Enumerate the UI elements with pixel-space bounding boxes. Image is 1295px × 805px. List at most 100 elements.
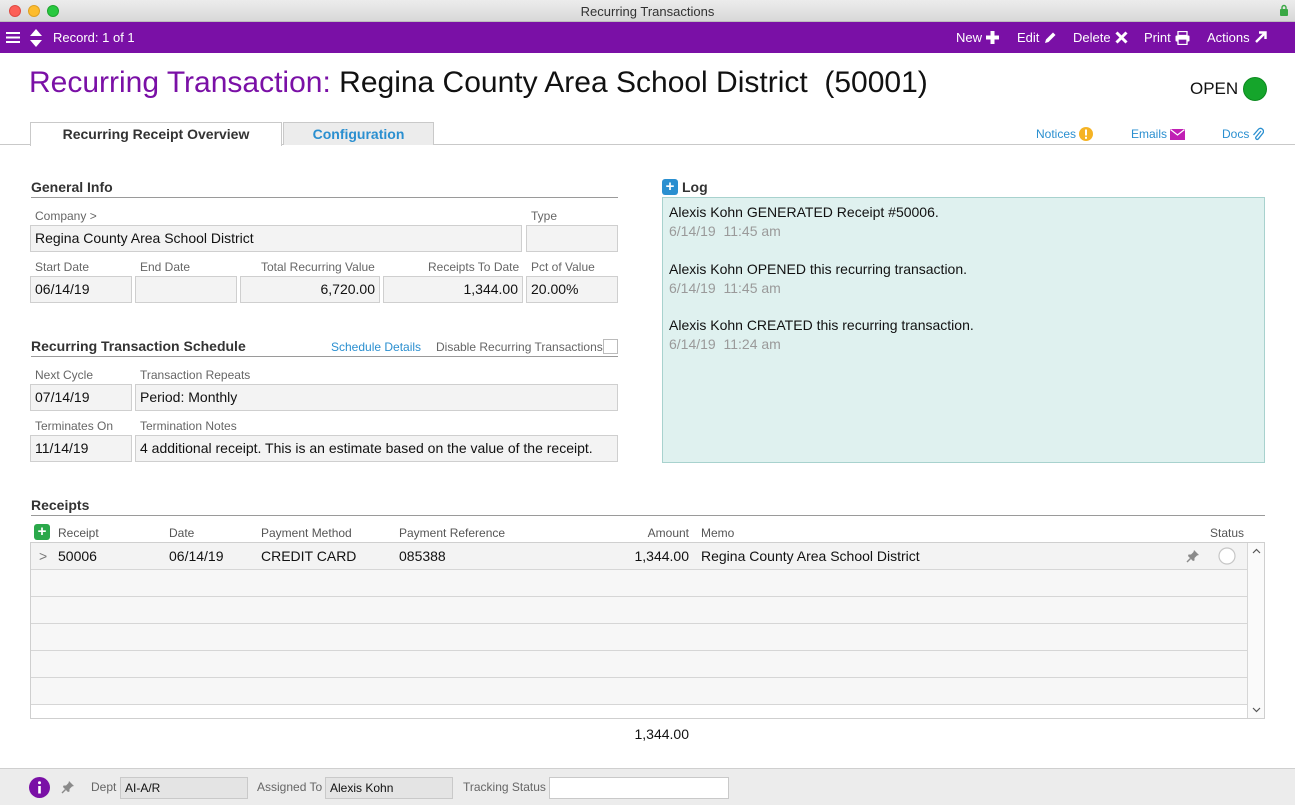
delete-label: Delete — [1073, 30, 1111, 45]
log-entry: Alexis Kohn OPENED this recurring transa… — [669, 261, 967, 296]
col-amount[interactable]: Amount — [589, 526, 689, 540]
menu-icon[interactable] — [6, 22, 20, 53]
log-entry-time: 6/14/19 11:45 am — [669, 223, 781, 239]
col-status[interactable]: Status — [1210, 526, 1244, 540]
alert-icon — [1079, 127, 1094, 141]
lock-icon — [1280, 4, 1288, 16]
pct-of-value-field[interactable]: 20.00% — [526, 276, 618, 303]
scroll-down-icon[interactable] — [1252, 707, 1261, 713]
next-cycle-field[interactable]: 07/14/19 — [30, 384, 132, 411]
status-circle-icon[interactable] — [1218, 547, 1236, 565]
receipts-rule — [31, 515, 1265, 516]
company-label[interactable]: Company > — [35, 209, 97, 223]
assigned-to-field[interactable]: Alexis Kohn — [325, 777, 453, 799]
table-row[interactable] — [31, 597, 1248, 624]
edit-label: Edit — [1017, 30, 1040, 45]
general-info-rule — [31, 197, 618, 198]
emails-link[interactable]: Emails — [1131, 127, 1186, 141]
actions-button[interactable]: Actions — [1207, 22, 1267, 53]
payment-reference: 085388 — [399, 548, 446, 564]
delete-button[interactable]: Delete — [1073, 22, 1128, 53]
page-title-prefix: Recurring Transaction: — [29, 66, 331, 99]
pin-icon[interactable] — [61, 780, 75, 794]
start-date-field[interactable]: 06/14/19 — [30, 276, 132, 303]
notices-label: Notices — [1036, 127, 1077, 141]
col-memo[interactable]: Memo — [701, 526, 734, 540]
receipts-total: 1,344.00 — [634, 726, 690, 742]
actions-label: Actions — [1207, 30, 1250, 45]
plus-icon — [986, 31, 1000, 44]
type-label: Type — [531, 209, 558, 223]
table-row[interactable]: > 50006 06/14/19 CREDIT CARD 085388 1,34… — [31, 543, 1248, 570]
terminates-on-label: Terminates On — [35, 419, 114, 433]
table-row[interactable] — [31, 678, 1248, 705]
log-entry-time: 6/14/19 11:24 am — [669, 336, 781, 352]
receipts-title: Receipts — [31, 497, 90, 513]
external-arrow-icon — [1254, 31, 1267, 43]
toolbar: Record: 1 of 1 New Edit Delete Print Act… — [0, 22, 1295, 53]
page-title-name: Regina County Area School District (5000… — [339, 66, 928, 99]
type-field[interactable] — [526, 225, 618, 252]
table-row[interactable] — [31, 570, 1248, 597]
tab-recurring-receipt-overview[interactable]: Recurring Receipt Overview — [30, 122, 282, 146]
log-title: Log — [682, 179, 708, 195]
log-entry: Alexis Kohn CREATED this recurring trans… — [669, 317, 974, 352]
notices-link[interactable]: Notices — [1036, 127, 1094, 141]
col-payment-reference[interactable]: Payment Reference — [399, 526, 505, 540]
add-receipt-plus-icon[interactable]: + — [34, 524, 50, 540]
receipts-scrollbar[interactable] — [1247, 543, 1264, 718]
end-date-field[interactable] — [135, 276, 237, 303]
col-receipt[interactable]: Receipt — [58, 526, 99, 540]
assigned-to-label: Assigned To — [257, 780, 323, 794]
edit-button[interactable]: Edit — [1017, 22, 1057, 53]
col-payment-method[interactable]: Payment Method — [261, 526, 352, 540]
window-title: Recurring Transactions — [580, 4, 715, 19]
log-entry-text: Alexis Kohn CREATED this recurring trans… — [669, 317, 974, 333]
receipts-to-date-field[interactable]: 1,344.00 — [383, 276, 523, 303]
termination-notes-field[interactable]: 4 additional receipt. This is an estimat… — [135, 435, 618, 462]
terminates-on-field[interactable]: 11/14/19 — [30, 435, 132, 462]
info-icon[interactable] — [29, 777, 50, 798]
receipts-to-date-label: Receipts To Date — [428, 260, 520, 274]
col-date[interactable]: Date — [169, 526, 194, 540]
log-entry-time: 6/14/19 11:45 am — [669, 280, 781, 296]
pct-of-value-label: Pct of Value — [531, 260, 595, 274]
transaction-repeats-field[interactable]: Period: Monthly — [135, 384, 618, 411]
page-title: Recurring Transaction: Regina County Are… — [29, 66, 928, 100]
disable-recurring-checkbox[interactable] — [603, 339, 618, 354]
add-log-plus-icon[interactable]: + — [662, 179, 678, 195]
docs-label: Docs — [1222, 127, 1250, 141]
termination-notes-label: Termination Notes — [140, 419, 237, 433]
emails-label: Emails — [1131, 127, 1168, 141]
scroll-up-icon[interactable] — [1252, 548, 1261, 554]
print-label: Print — [1144, 30, 1171, 45]
receipt-number: 50006 — [58, 548, 97, 564]
record-navigator-icon[interactable] — [29, 22, 43, 53]
row-expander[interactable]: > — [39, 543, 47, 569]
dept-field[interactable]: AI-A/R — [120, 777, 248, 799]
paperclip-icon — [1253, 127, 1265, 140]
schedule-details-link[interactable]: Schedule Details — [331, 340, 421, 354]
envelope-icon — [1170, 128, 1186, 140]
status-label: OPEN — [1190, 79, 1239, 98]
receipt-memo: Regina County Area School District — [701, 548, 920, 564]
company-field[interactable]: Regina County Area School District — [30, 225, 522, 252]
transaction-repeats-label: Transaction Repeats — [140, 368, 251, 382]
total-recurring-value-field[interactable]: 6,720.00 — [240, 276, 380, 303]
footer-bar: Dept AI-A/R Assigned To Alexis Kohn Trac… — [0, 768, 1295, 805]
schedule-rule — [31, 356, 618, 357]
tab-configuration[interactable]: Configuration — [283, 122, 434, 145]
table-row[interactable] — [31, 624, 1248, 651]
table-row[interactable] — [31, 651, 1248, 678]
log-panel: Alexis Kohn GENERATED Receipt #50006. 6/… — [662, 197, 1265, 463]
receipt-amount: 1,344.00 — [634, 548, 690, 564]
payment-method: CREDIT CARD — [261, 548, 357, 564]
log-entry-text: Alexis Kohn GENERATED Receipt #50006. — [669, 204, 939, 220]
print-button[interactable]: Print — [1144, 22, 1190, 53]
docs-link[interactable]: Docs — [1222, 127, 1265, 141]
new-button[interactable]: New — [956, 22, 1000, 53]
tracking-status-field[interactable] — [549, 777, 729, 799]
total-recurring-value-label: Total Recurring Value — [261, 260, 375, 274]
pin-icon[interactable] — [1186, 549, 1200, 563]
next-cycle-label: Next Cycle — [35, 368, 94, 382]
